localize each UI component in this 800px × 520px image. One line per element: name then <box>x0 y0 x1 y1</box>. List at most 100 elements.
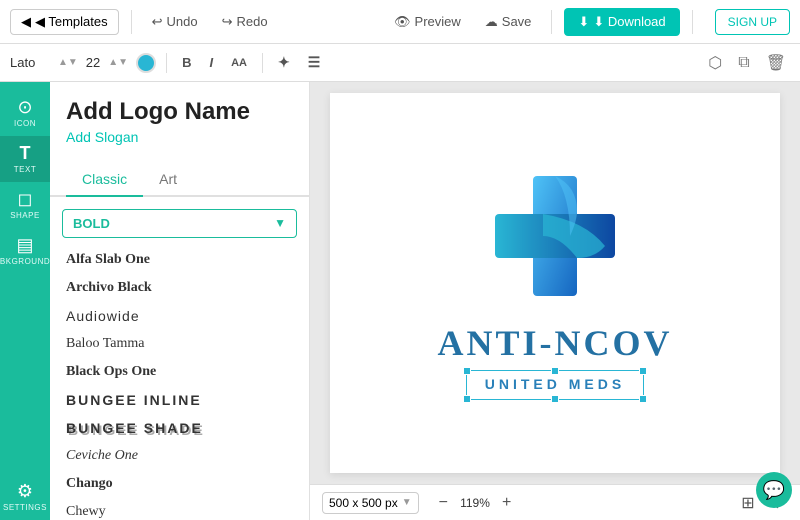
sidebar-settings-label: SETTINGS <box>3 503 47 512</box>
chevron-left-icon: ◀ <box>21 14 31 30</box>
list-item[interactable]: Black Ops One <box>62 358 297 386</box>
font-size-arrow: ▲▼ <box>58 57 78 68</box>
sidebar-icon-label: ICON <box>14 119 36 128</box>
bottom-bar: 500 x 500 px ▼ − 119% + ⊞ ⬇ <box>310 484 800 520</box>
zoom-in-button[interactable]: + <box>498 494 515 512</box>
tab-classic[interactable]: Classic <box>66 163 143 197</box>
list-item[interactable]: Baloo Tamma <box>62 330 297 358</box>
cloud-icon: ☁ <box>485 14 498 30</box>
canvas-board: ANTI-NCOV UNITED MEDS <box>330 93 780 473</box>
zoom-controls: − 119% + <box>435 494 516 512</box>
eye-icon: 👁 <box>394 14 411 30</box>
preview-label: Preview <box>415 14 461 29</box>
sidebar-item-settings[interactable]: ⚙ SETTINGS <box>0 474 50 520</box>
templates-button[interactable]: ◀ ◀ Templates <box>10 9 119 35</box>
redo-button[interactable]: ↪ Redo <box>214 10 276 34</box>
panel-tabs: Classic Art <box>50 163 309 197</box>
divider2 <box>262 53 263 73</box>
duplicate-button[interactable]: ⧉ <box>734 52 753 74</box>
logo-subtitle-wrapper[interactable]: UNITED MEDS <box>466 370 644 400</box>
logo-main-text[interactable]: ANTI-NCOV <box>437 322 672 364</box>
topbar: ◀ ◀ Templates ↩ Undo ↪ Redo 👁 Preview ☁ … <box>0 0 800 44</box>
chat-icon: 💬 <box>763 480 785 501</box>
save-button[interactable]: ☁ Save <box>477 10 540 34</box>
zoom-out-button[interactable]: − <box>435 494 452 512</box>
chevron-down-icon: ▼ <box>274 216 286 230</box>
font-list: Alfa Slab One Archivo Black Audiowide Ba… <box>50 246 309 520</box>
sidebar-item-shape[interactable]: ◻ SHAPE <box>0 182 50 228</box>
sidebar-item-bkground[interactable]: ▤ BKGROUND <box>0 228 50 274</box>
undo-icon: ↩ <box>152 14 163 30</box>
size-label: 500 x 500 px <box>329 496 398 510</box>
left-panel: Add Logo Name Add Slogan Classic Art BOL… <box>50 82 310 520</box>
settings-symbol: ⚙ <box>17 482 33 500</box>
formatbar: Lato ▲▼ 22 ▲▼ B I AA ✦ ☰ ⬡ ⧉ 🗑 <box>0 44 800 82</box>
list-item[interactable]: BUNGEE SHADE <box>62 414 297 442</box>
sidebar-text-label: TEXT <box>14 165 36 174</box>
logo-cross-svg <box>485 166 625 306</box>
sidebar-shape-label: SHAPE <box>10 211 40 220</box>
font-name: Lato <box>10 55 50 70</box>
font-category-label: BOLD <box>73 216 110 231</box>
sidebar-icons: ⊙ ICON T TEXT ◻ SHAPE ▤ BKGROUND ⚙ SETTI… <box>0 82 50 520</box>
logo-sub-text: UNITED MEDS <box>485 376 625 392</box>
canvas-area: ANTI-NCOV UNITED MEDS <box>310 82 800 520</box>
grid-button[interactable]: ⊞ <box>737 493 758 513</box>
preview-button[interactable]: 👁 Preview <box>386 10 469 34</box>
separator2 <box>551 10 552 34</box>
font-category-dropdown[interactable]: BOLD ▼ <box>62 209 297 238</box>
panel-header: Add Logo Name Add Slogan <box>50 82 309 151</box>
sparkle-button[interactable]: ✦ <box>273 52 295 73</box>
download-button[interactable]: ⬇ ⬇ Download <box>564 8 679 36</box>
chevron-down-icon: ▼ <box>402 497 412 508</box>
logo-subtitle-border: UNITED MEDS <box>466 370 644 400</box>
handle-bm <box>551 395 559 403</box>
layers-button[interactable]: ⬡ <box>704 51 726 75</box>
tab-art[interactable]: Art <box>143 163 193 197</box>
sidebar-item-icon[interactable]: ⊙ ICON <box>0 90 50 136</box>
handle-bl <box>463 395 471 403</box>
italic-button[interactable]: I <box>204 53 218 72</box>
handle-br <box>639 395 647 403</box>
text-symbol: T <box>20 144 31 162</box>
bold-button[interactable]: B <box>177 53 196 72</box>
size-selector[interactable]: 500 x 500 px ▼ <box>322 492 419 514</box>
download-icon: ⬇ <box>578 14 589 30</box>
list-button[interactable]: ☰ <box>303 52 326 73</box>
handle-tl <box>463 367 471 375</box>
sidebar-item-text[interactable]: T TEXT <box>0 136 50 182</box>
slogan-link[interactable]: Add Slogan <box>66 129 138 145</box>
separator <box>131 10 132 34</box>
delete-button[interactable]: 🗑 <box>762 51 790 75</box>
canvas-container[interactable]: ANTI-NCOV UNITED MEDS <box>310 82 800 484</box>
aa-button[interactable]: AA <box>226 55 252 71</box>
list-item[interactable]: Audiowide <box>62 302 297 330</box>
undo-label: Undo <box>167 14 198 29</box>
icon-symbol: ⊙ <box>17 98 32 116</box>
list-item[interactable]: BUNGEE INLINE <box>62 386 297 414</box>
divider1 <box>166 53 167 73</box>
zoom-value: 119% <box>456 496 494 510</box>
chat-bubble[interactable]: 💬 <box>756 472 792 508</box>
list-item[interactable]: Ceviche One <box>62 442 297 470</box>
sidebar-bkground-label: BKGROUND <box>0 257 50 266</box>
save-label: Save <box>502 14 532 29</box>
templates-label: ◀ Templates <box>35 14 108 30</box>
list-item[interactable]: Chewy <box>62 498 297 520</box>
separator3 <box>692 10 693 34</box>
logo-name-title[interactable]: Add Logo Name <box>66 98 293 127</box>
list-item[interactable]: Chango <box>62 470 297 498</box>
font-size-arrow2: ▲▼ <box>108 57 128 68</box>
signup-button[interactable]: SIGN UP <box>715 9 790 35</box>
handle-tm <box>551 367 559 375</box>
bkground-symbol: ▤ <box>16 236 33 254</box>
list-item[interactable]: Alfa Slab One <box>62 246 297 274</box>
main-area: ⊙ ICON T TEXT ◻ SHAPE ▤ BKGROUND ⚙ SETTI… <box>0 82 800 520</box>
list-item[interactable]: Archivo Black <box>62 274 297 302</box>
shape-symbol: ◻ <box>18 190 33 208</box>
color-picker[interactable] <box>136 53 156 73</box>
undo-button[interactable]: ↩ Undo <box>144 10 206 34</box>
handle-tr <box>639 367 647 375</box>
download-label: ⬇ Download <box>593 14 665 30</box>
font-size: 22 <box>86 55 100 70</box>
